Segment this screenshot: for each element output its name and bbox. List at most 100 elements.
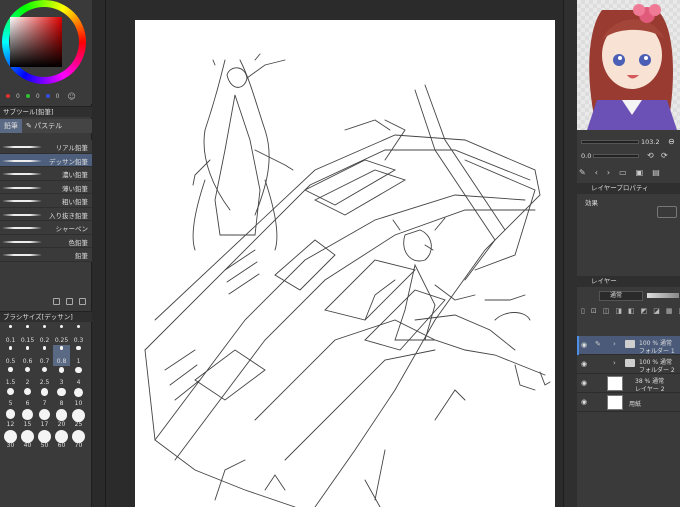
palette-icon[interactable]: ◩ — [641, 307, 648, 315]
brush-size-option[interactable]: 40 — [19, 429, 36, 450]
face-icon[interactable]: ☺ — [67, 92, 75, 101]
brush-item[interactable]: デッサン鉛筆 — [0, 153, 92, 167]
brush-size-option[interactable]: 20 — [53, 408, 70, 429]
brush-label: 鉛筆 — [75, 252, 88, 260]
rotate-icon[interactable]: ⟲ — [647, 151, 654, 160]
navigator-preview[interactable] — [577, 0, 680, 130]
brush-size-option[interactable]: 30 — [2, 429, 19, 450]
brush-size-label: 2 — [25, 379, 30, 386]
layer-thumbnail — [607, 376, 623, 391]
sketch-drawing — [144, 53, 551, 507]
brush-item[interactable]: シャーペン — [0, 221, 92, 235]
brush-size-option[interactable]: 1.5 — [2, 366, 19, 387]
pen-icon[interactable]: ✎ — [579, 168, 586, 177]
brush-item[interactable]: 粗い鉛筆 — [0, 194, 92, 208]
brush-size-option[interactable]: 0.1 — [2, 324, 19, 345]
eye-icon[interactable]: ◉ — [581, 360, 587, 368]
tab-pencil[interactable]: 鉛筆 — [0, 119, 22, 133]
brush-size-option[interactable]: 0.6 — [19, 345, 36, 366]
brush-size-option[interactable]: 8 — [53, 387, 70, 408]
eye-icon[interactable]: ◉ — [581, 379, 587, 387]
brush-item[interactable]: 入り抜き鉛筆 — [0, 207, 92, 221]
brush-size-option[interactable]: 4 — [70, 366, 87, 387]
brush-size-option[interactable]: 0.15 — [19, 324, 36, 345]
brush-size-option[interactable]: 0.25 — [53, 324, 70, 345]
effect-toggle[interactable] — [657, 206, 677, 218]
brush-item[interactable]: 色鉛筆 — [0, 234, 92, 248]
brush-size-option[interactable]: 7 — [36, 387, 53, 408]
brush-size-label: 12 — [6, 421, 15, 428]
zoom-slider[interactable] — [581, 140, 639, 144]
brush-size-header: ブラシサイズ[デッサン] — [0, 311, 92, 322]
zoom-reset-icon[interactable]: ⊖ — [668, 137, 675, 146]
brush-size-option[interactable]: 25 — [70, 408, 87, 429]
brush-size-option[interactable]: 70 — [70, 429, 87, 450]
chevron-right-icon[interactable]: › — [607, 168, 610, 177]
layer-row[interactable]: ◉ › 100 % 通常 フォルダー 2 — [577, 355, 680, 374]
flip-icon[interactable]: ⟳ — [661, 151, 668, 160]
brush-item[interactable]: 濃い鉛筆 — [0, 167, 92, 181]
canvas-scrollbar[interactable] — [563, 0, 577, 507]
brush-size-dot-icon — [43, 325, 46, 328]
chevron-right-icon[interactable]: › — [613, 359, 616, 367]
brush-size-option[interactable]: 0.7 — [36, 345, 53, 366]
brush-size-option[interactable]: 10 — [70, 387, 87, 408]
brush-item[interactable]: 鉛筆 — [0, 248, 92, 262]
brush-item[interactable]: 薄い鉛筆 — [0, 180, 92, 194]
brush-size-option[interactable]: 0.8 — [53, 345, 70, 366]
grid-icon[interactable]: ▦ — [666, 307, 673, 315]
eye-icon[interactable]: ◉ — [581, 398, 587, 406]
canvas-paper[interactable] — [135, 20, 555, 507]
layer-icon[interactable]: ▤ — [652, 168, 660, 177]
brush-size-label: 0.7 — [39, 358, 50, 365]
brush-size-option[interactable]: 6 — [19, 387, 36, 408]
tab-pastel[interactable]: ✎ パステル — [22, 119, 66, 133]
brush-size-option[interactable]: 2 — [19, 366, 36, 387]
brush-label: 濃い鉛筆 — [62, 171, 88, 179]
chevron-left-icon[interactable]: ‹ — [595, 168, 598, 177]
layer-name: レイヤー 2 — [635, 386, 665, 393]
copy-subtool-icon[interactable] — [66, 297, 73, 305]
link-icon[interactable]: ◪ — [653, 307, 660, 315]
brush-size-label: 0.2 — [39, 337, 50, 344]
eye-icon[interactable]: ◉ — [581, 341, 587, 349]
chevron-right-icon[interactable]: › — [613, 340, 616, 348]
brush-size-option[interactable]: 17 — [36, 408, 53, 429]
delete-subtool-icon[interactable] — [79, 297, 86, 305]
brush-size-dot-icon — [75, 367, 82, 374]
layer-thumbnail — [607, 395, 623, 410]
brush-size-option[interactable]: 50 — [36, 429, 53, 450]
brush-size-option[interactable]: 3 — [53, 366, 70, 387]
color-icon[interactable]: ◧ — [628, 307, 635, 315]
brush-size-label: 0.3 — [73, 337, 84, 344]
brush-size-option[interactable]: 60 — [53, 429, 70, 450]
image-icon[interactable]: ▣ — [636, 168, 644, 177]
brush-item[interactable]: リアル鉛筆 — [0, 140, 92, 154]
add-subtool-icon[interactable] — [53, 297, 60, 305]
right-panel: 103.2 ⊖ 0.0 ⟲ ⟳ ✎ ‹ › ▭ ▣ ▤ レイヤープロパティ 効果… — [577, 0, 680, 507]
folder-icon[interactable]: ▭ — [619, 168, 627, 177]
brush-size-option[interactable]: 0.3 — [70, 324, 87, 345]
brush-size-option[interactable]: 15 — [19, 408, 36, 429]
brush-size-option[interactable]: 1 — [70, 345, 87, 366]
layer-list: ◉ ✎ › 100 % 通常 フォルダー 1 ◉ › 100 % 通常 フォルダ… — [577, 336, 680, 412]
clip-icon[interactable]: ⊡ — [591, 307, 597, 315]
layer-row[interactable]: ◉ 用紙 — [577, 393, 680, 412]
lock-icon[interactable]: ▯ — [581, 307, 585, 315]
brush-size-label: 25 — [74, 421, 83, 428]
mask-icon[interactable]: ◨ — [615, 307, 622, 315]
reference-icon[interactable]: ◫ — [603, 307, 610, 315]
blend-mode-select[interactable]: 通常 — [599, 291, 643, 301]
opacity-slider[interactable] — [647, 293, 679, 298]
brush-size-option[interactable]: 5 — [2, 387, 19, 408]
saturation-value-square[interactable] — [10, 17, 62, 67]
brush-size-option[interactable]: 0.5 — [2, 345, 19, 366]
layer-row[interactable]: ◉ ✎ › 100 % 通常 フォルダー 1 — [577, 336, 680, 355]
layer-row[interactable]: ◉ 38 % 通常 レイヤー 2 — [577, 374, 680, 393]
rotation-slider[interactable] — [593, 154, 639, 158]
brush-size-option[interactable]: 2.5 — [36, 366, 53, 387]
layer-controls: 通常 ▯ ⊡ ◫ ◨ ◧ ◩ ◪ ▦ ▥ ◼ — [577, 287, 680, 331]
brush-size-option[interactable]: 12 — [2, 408, 19, 429]
brush-size-label: 17 — [40, 421, 49, 428]
brush-size-option[interactable]: 0.2 — [36, 324, 53, 345]
